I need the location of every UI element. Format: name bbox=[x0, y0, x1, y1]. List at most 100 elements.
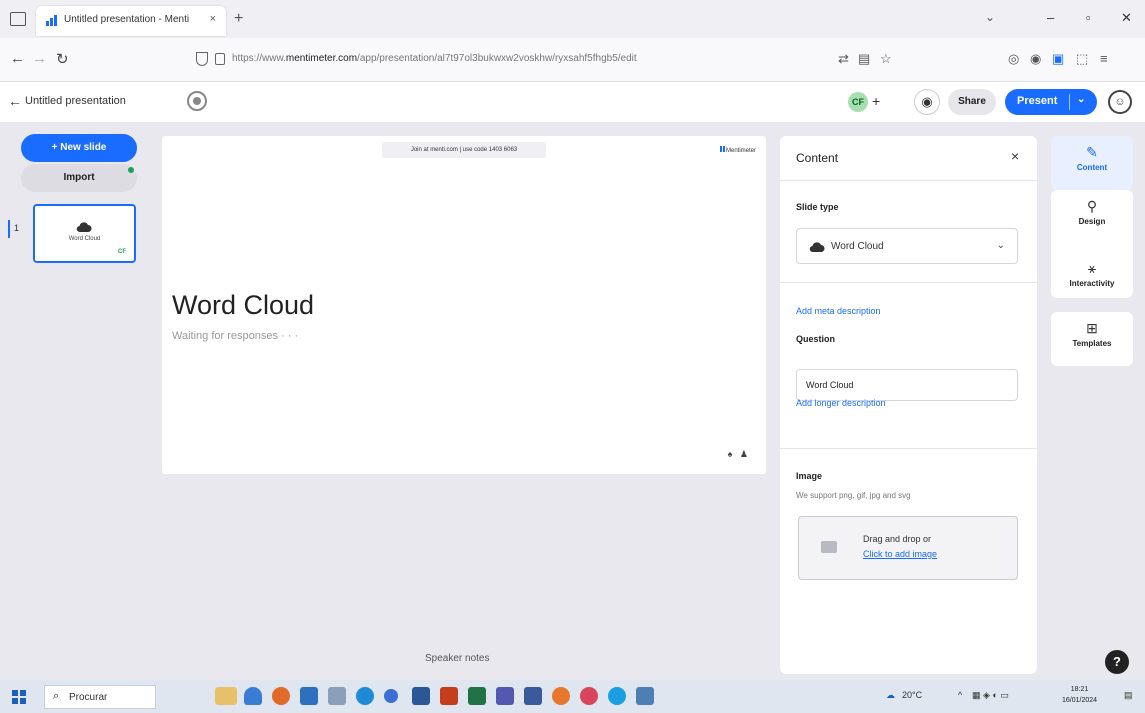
tray-icons[interactable]: ▦ ◈ ◐ ▭ bbox=[972, 690, 1009, 701]
reader-view-icon[interactable]: ▤ bbox=[858, 51, 870, 67]
notifications-icon[interactable]: ▤ bbox=[1124, 690, 1133, 701]
tab-list-chevron-icon[interactable]: ⌄ bbox=[985, 10, 995, 24]
rail-content-label: Content bbox=[1076, 163, 1108, 172]
image-dropzone[interactable]: Drag and drop or Click to add image bbox=[798, 516, 1018, 580]
chevron-down-icon: ⌄ bbox=[996, 240, 1005, 251]
slide-type-select[interactable]: Word Cloud ⌄ bbox=[796, 228, 1018, 264]
question-input[interactable] bbox=[796, 369, 1018, 401]
slide-number: 1 bbox=[14, 223, 20, 233]
reload-icon[interactable]: ↻ bbox=[56, 50, 69, 68]
app-taskbar-icon-3[interactable] bbox=[580, 687, 598, 705]
tray-overflow-icon[interactable]: ^ bbox=[958, 690, 962, 700]
rail-design-button[interactable]: ⚲ Design bbox=[1051, 198, 1133, 252]
mentimeter-logo: Mentimeter bbox=[719, 146, 756, 154]
powerpoint-taskbar-icon[interactable] bbox=[440, 687, 458, 705]
account-icon[interactable]: ◉ bbox=[1030, 51, 1041, 67]
rail-content-button[interactable]: ✎ Content bbox=[1051, 136, 1133, 190]
collaborators-chip[interactable]: CF + bbox=[848, 90, 896, 114]
url-text[interactable]: https://www.mentimeter.com/app/presentat… bbox=[232, 53, 752, 64]
present-label: Present bbox=[1017, 95, 1058, 107]
drag-drop-text: Drag and drop or bbox=[863, 534, 932, 544]
mail-taskbar-icon[interactable] bbox=[300, 687, 318, 705]
translate-icon[interactable]: ⇄ bbox=[838, 51, 849, 67]
back-arrow-icon[interactable]: ← bbox=[8, 93, 22, 109]
chrome-taskbar-icon[interactable] bbox=[608, 687, 626, 705]
word-taskbar-icon[interactable] bbox=[412, 687, 430, 705]
windows-taskbar: ⌕ Procurar ☁ 20°C ^ ▦ ◈ ◐ ▭ 18:21 16/01/… bbox=[0, 680, 1145, 713]
new-slide-button[interactable]: + New slide bbox=[21, 134, 137, 162]
word-cloud-icon bbox=[76, 222, 92, 233]
image-format-hint: We support png, gif, jpg and svg bbox=[796, 491, 911, 500]
rail-templates-button[interactable]: ⊞ Templates bbox=[1051, 312, 1133, 366]
widgets-icon[interactable] bbox=[215, 687, 237, 705]
extension-icon[interactable]: ▣ bbox=[1052, 51, 1064, 67]
help-question-icon[interactable]: ? bbox=[1105, 650, 1129, 674]
taskbar-search-text: Procurar bbox=[69, 692, 108, 703]
rail-design-interactivity-group: ⚲ Design ⚹ Interactivity bbox=[1051, 190, 1133, 298]
paint-brush-icon: ⚲ bbox=[1086, 198, 1098, 214]
edge-taskbar-icon[interactable] bbox=[356, 687, 374, 705]
photos-taskbar-icon[interactable] bbox=[636, 687, 654, 705]
app-taskbar-icon[interactable] bbox=[524, 687, 542, 705]
slide-type-label: Slide type bbox=[796, 202, 839, 212]
share-button[interactable]: Share bbox=[948, 89, 996, 115]
browser-tab[interactable]: Untitled presentation - Menti × bbox=[36, 6, 226, 36]
tracking-shield-icon[interactable] bbox=[196, 52, 208, 66]
rail-design-label: Design bbox=[1078, 217, 1106, 226]
settings-taskbar-icon[interactable] bbox=[328, 687, 346, 705]
slide-canvas[interactable]: Join at menti.com | use code 1403 6063 M… bbox=[162, 136, 766, 474]
thumbnail-label: Word Cloud bbox=[68, 236, 101, 242]
windows-start-icon[interactable] bbox=[12, 690, 26, 704]
rail-interactivity-label: Interactivity bbox=[1069, 279, 1115, 288]
add-longer-description-link[interactable]: Add longer description bbox=[796, 398, 886, 408]
new-tab-button[interactable]: + bbox=[234, 10, 243, 28]
downloads-icon[interactable]: ⬚ bbox=[1076, 51, 1088, 67]
chat-app-icon[interactable] bbox=[244, 687, 262, 705]
question-label: Question bbox=[796, 334, 836, 344]
speaker-notes[interactable]: Speaker notes bbox=[425, 653, 490, 664]
preview-eye-icon[interactable]: ◉ bbox=[914, 89, 940, 115]
firefox-taskbar-icon[interactable] bbox=[272, 687, 290, 705]
add-collaborator-icon[interactable]: + bbox=[872, 93, 880, 109]
teams-taskbar-icon[interactable] bbox=[496, 687, 514, 705]
back-icon[interactable]: ← bbox=[10, 50, 25, 67]
address-bar[interactable]: https://www.mentimeter.com/app/presentat… bbox=[188, 46, 768, 74]
app-header: ← Untitled presentation CF + ◉ Share Pre… bbox=[0, 82, 1145, 122]
image-label: Image bbox=[796, 471, 823, 481]
tab-title: Untitled presentation - Menti bbox=[64, 14, 190, 25]
minimize-icon[interactable]: – bbox=[1047, 10, 1054, 25]
taskbar-search[interactable]: ⌕ Procurar bbox=[44, 685, 156, 709]
slide-thumbnail[interactable]: Word Cloud CF bbox=[33, 204, 136, 263]
canvas-reaction-icons[interactable]: ♠ ♟ bbox=[728, 449, 748, 460]
weather-icon[interactable]: ☁ bbox=[886, 690, 895, 701]
help-menu-icon[interactable]: ☺ bbox=[1108, 90, 1132, 114]
taskbar-clock[interactable]: 18:21 16/01/2024 bbox=[1062, 684, 1097, 706]
search-icon: ⌕ bbox=[53, 690, 60, 702]
present-options-chevron-icon[interactable]: ⌄ bbox=[1077, 94, 1085, 105]
presentation-title[interactable]: Untitled presentation bbox=[25, 95, 126, 107]
pocket-icon[interactable]: ◎ bbox=[1008, 51, 1019, 67]
click-to-add-image-link[interactable]: Click to add image bbox=[863, 549, 937, 559]
excel-taskbar-icon[interactable] bbox=[468, 687, 486, 705]
rail-interactivity-button[interactable]: ⚹ Interactivity bbox=[1051, 260, 1133, 314]
browser-tab-bar: Untitled presentation - Menti × + ⌄ – ▫ … bbox=[0, 0, 1145, 38]
add-meta-description-link[interactable]: Add meta description bbox=[796, 306, 881, 316]
maximize-icon[interactable]: ▫ bbox=[1086, 10, 1091, 25]
bookmark-star-icon[interactable]: ☆ bbox=[880, 51, 892, 67]
panel-close-icon[interactable]: × bbox=[1011, 148, 1019, 164]
window-close-icon[interactable]: ✕ bbox=[1121, 10, 1132, 26]
lock-icon[interactable] bbox=[215, 53, 225, 65]
tab-overview-icon[interactable] bbox=[10, 12, 26, 26]
slide-heading[interactable]: Word Cloud bbox=[172, 290, 314, 321]
temperature-text[interactable]: 20°C bbox=[902, 690, 922, 700]
app-taskbar-icon-2[interactable] bbox=[552, 687, 570, 705]
forward-icon[interactable]: → bbox=[32, 50, 47, 67]
menu-icon[interactable]: ≡ bbox=[1100, 51, 1108, 66]
search-taskbar-icon[interactable] bbox=[384, 689, 398, 703]
templates-grid-icon: ⊞ bbox=[1086, 320, 1098, 336]
rail-templates-label: Templates bbox=[1072, 339, 1112, 348]
import-button[interactable]: Import bbox=[21, 164, 137, 192]
settings-gear-icon[interactable] bbox=[187, 91, 207, 111]
tab-close-icon[interactable]: × bbox=[210, 13, 216, 25]
present-button[interactable]: Present ⌄ bbox=[1005, 89, 1097, 115]
